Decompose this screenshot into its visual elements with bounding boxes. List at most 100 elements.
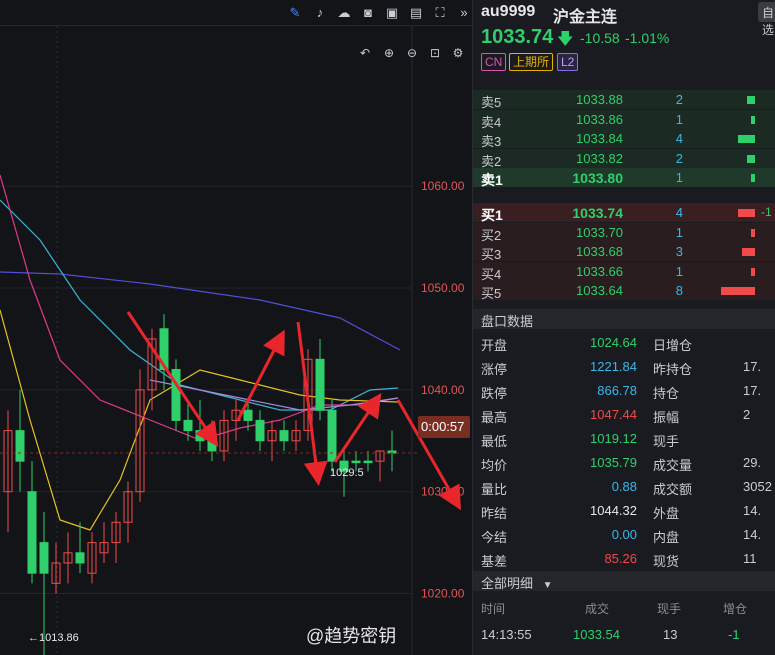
stat-label: 外盘 [653,506,680,521]
bid-volume: 1 [675,224,683,240]
ask-row[interactable]: 卖5 1033.88 2 [473,90,775,110]
stat-value: 85.26 [604,551,637,566]
stats-row: 今结 0.00 内盘 14. [473,523,775,547]
chevron-down-icon[interactable]: ▼ [543,580,553,591]
stat-value: 1044.32 [590,503,637,518]
ask-row[interactable]: 卖3 1033.84 4 [473,129,775,149]
ask-row[interactable]: 卖1 1033.80 1 [473,168,775,188]
stat-value: 1024.64 [590,335,637,350]
moving-average-line [0,199,399,411]
tag-level2[interactable]: L2 [557,53,579,71]
bid-volume-bar [721,287,755,295]
stat-label: 持仓 [653,386,680,401]
bid-row[interactable]: 买5 1033.64 8 [473,281,775,301]
candle-body [15,430,25,462]
ask-volume: 2 [675,150,683,166]
swing-low-marker: 1029.5 [330,467,364,479]
annotation-arrow [296,321,328,486]
ask-row[interactable]: 卖2 1033.82 2 [473,148,775,169]
stats-row: 开盘 1024.64 日增仓 [473,331,775,355]
stat-value: 0.00 [611,527,637,542]
stat-label: 振幅 [653,410,680,425]
undo-icon[interactable]: ↶ [357,44,373,62]
bid-row[interactable]: 买1 1033.74 4 -1 [473,203,775,223]
bid-row[interactable]: 买2 1033.70 1 [473,222,775,243]
ask-level-label: 卖1 [481,172,503,188]
draw-pencil-icon[interactable]: ✎ [286,4,304,22]
symbol-code: au9999 [481,3,536,20]
bid-price: 1033.64 [576,283,623,298]
settings-icon[interactable]: ⚙ [450,44,466,62]
stat-value: 17. [743,359,762,374]
zoom-in-icon[interactable]: ⊕ [381,44,397,62]
stat-label: 最低 [481,434,508,449]
stat-label: 均价 [481,458,508,473]
ask-price: 1033.84 [576,131,623,146]
candle-body [207,440,217,452]
symbol-name: 沪金主连 [553,9,618,26]
zoom-out-icon[interactable]: ⊖ [404,44,420,62]
bid-level-label: 买4 [481,266,502,282]
candle-body [39,542,49,574]
stat-label: 量比 [481,482,508,497]
candle-body [195,430,205,442]
trade-chg: -1 [728,627,740,642]
y-tick-label: 1030.00 [421,485,465,499]
layout-icon[interactable]: ▣ [383,4,401,22]
bell-icon[interactable]: ♪ [311,4,329,22]
y-tick-label: 1040.00 [421,383,465,397]
bid-volume-bar [742,248,755,256]
y-tick-label: 1020.00 [421,587,465,601]
cloud-icon[interactable]: ☁ [335,4,353,22]
stat-label: 成交量 [653,458,693,473]
stats-section-title: 盘口数据 [473,309,775,329]
last-price: 1033.74 [481,26,554,48]
watchlist-button[interactable]: 自选 [758,2,775,37]
ask-level-label: 卖2 [481,153,502,169]
countdown-tag: 0:00:57 [418,416,470,438]
bid-volume-bar [738,209,755,217]
bid-volume-bar [750,228,755,237]
ask-level-label: 卖4 [481,114,502,130]
stat-label: 成交额 [653,482,693,497]
candle-body [75,552,85,564]
bid-row[interactable]: 买3 1033.68 3 [473,242,775,262]
stat-value: 14. [743,527,762,542]
candle-body [27,491,37,574]
price-chart[interactable]: 1060.00 1050.00 1040.00 1030.00 1020.00 [0,0,472,655]
stat-value: 29. [743,455,762,470]
ask-volume: 2 [675,92,683,107]
bid-price: 1033.66 [576,263,623,279]
tag-exchange: 上期所 [509,53,554,71]
bid-price: 1033.70 [576,224,623,240]
low-price-marker: ←1013.86 [28,632,79,644]
collapse-icon[interactable]: » [455,4,473,22]
stats-row: 量比 0.88 成交额 3052 [473,475,775,499]
chart-subtoolbar: ↶ ⊕ ⊖ ⊡ ⚙ [352,44,472,64]
export-icon[interactable]: ⊡ [427,44,443,62]
stat-label: 最高 [481,410,508,425]
trades-header-chg: 增仓 [723,602,748,616]
stat-value: 866.78 [597,383,637,398]
trades-section-title[interactable]: 全部明细 ▼ [473,571,775,591]
candle-body [279,430,289,442]
window-icon[interactable]: ▤ [407,4,425,22]
price-change-pct: -1.01% [625,30,670,46]
stat-label: 日增仓 [653,338,693,353]
stat-value: 14. [743,503,762,518]
annotation-arrow [236,329,285,421]
trades-header-time: 时间 [481,602,506,616]
camera-icon[interactable]: ◙ [359,4,377,22]
stats-row: 涨停 1221.84 昨持仓 17. [473,355,775,379]
trade-vol: 13 [663,627,678,642]
fullscreen-icon[interactable]: ⛶ [431,4,449,22]
bid-row[interactable]: 买4 1033.66 1 [473,261,775,282]
stat-value: 17. [743,383,762,398]
stats-row: 基差 85.26 现货 11 [473,547,775,571]
bid-volume: 3 [675,244,683,259]
trades-header-vol: 现手 [657,602,682,616]
chart-pane[interactable]: 1060.00 1050.00 1040.00 1030.00 1020.00 ✎ ♪ … [0,0,472,655]
candle-body [351,460,361,464]
ask-row[interactable]: 卖4 1033.86 1 [473,109,775,130]
price-change: -10.58 [580,30,620,46]
